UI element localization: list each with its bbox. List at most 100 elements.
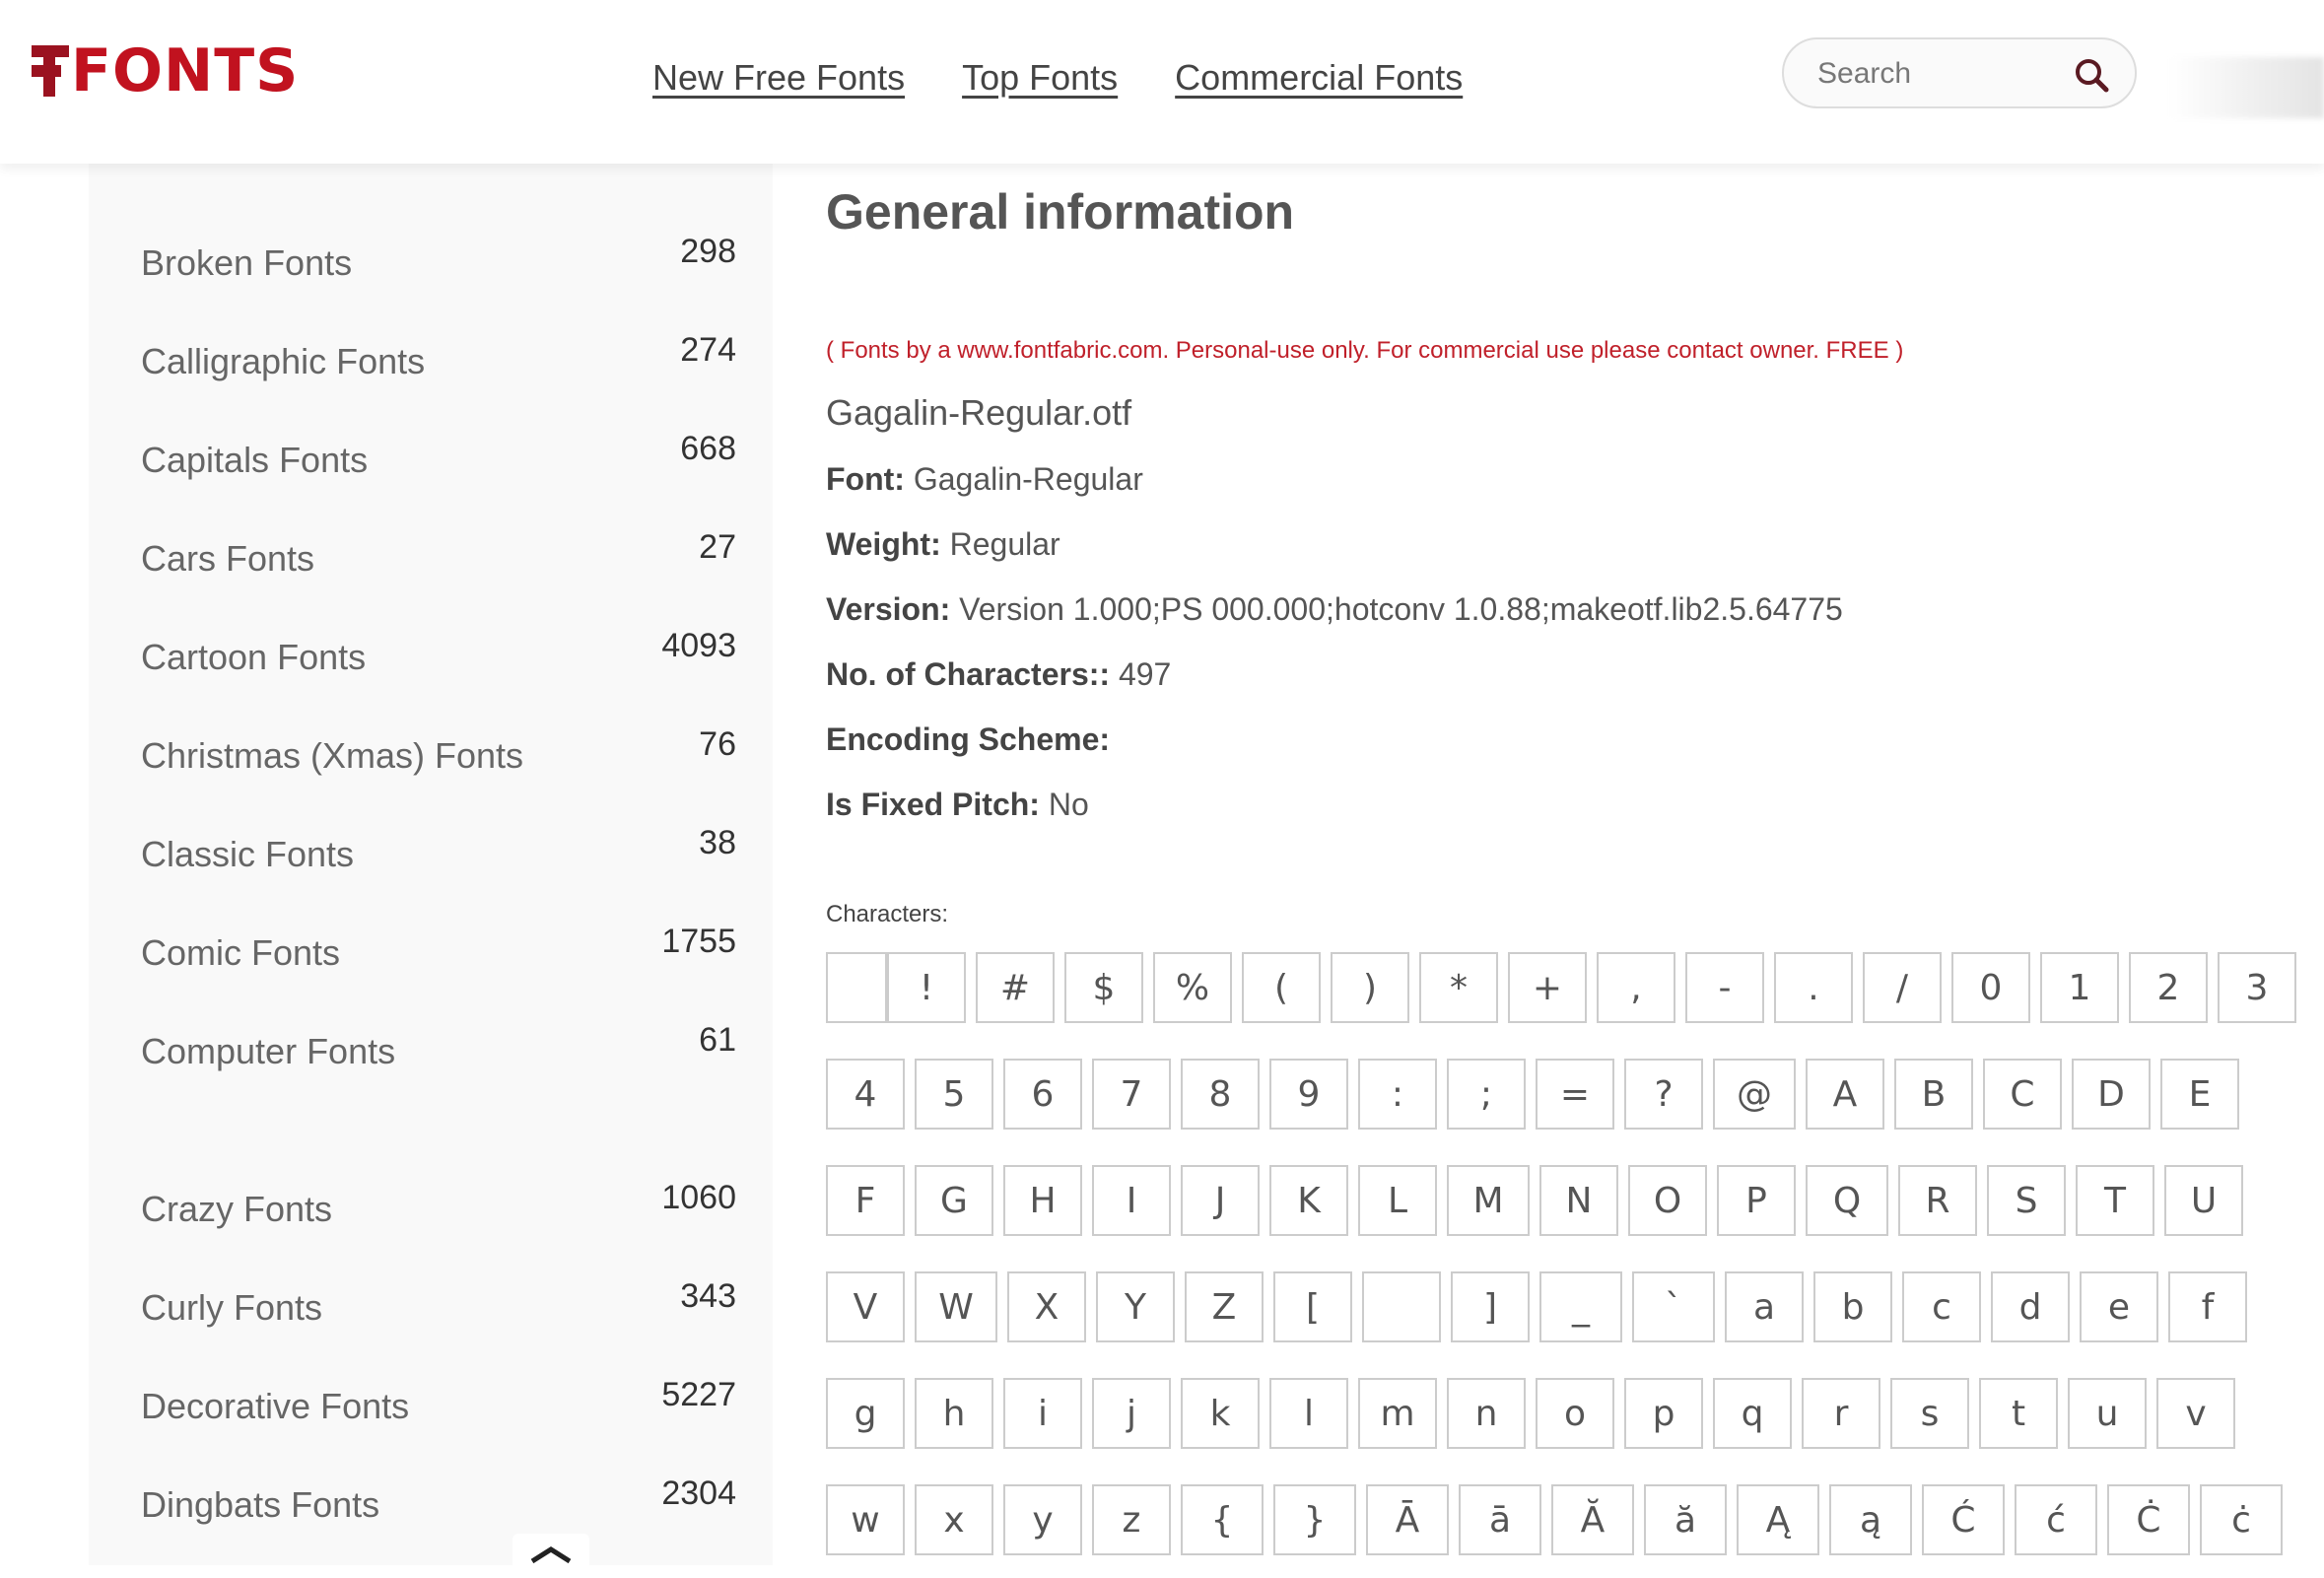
sidebar-item[interactable]: Broken Fonts298 (141, 233, 736, 292)
character-cell[interactable]: A (1806, 1059, 1884, 1130)
character-cell[interactable]: = (1536, 1059, 1614, 1130)
character-cell[interactable]: Ă (1551, 1484, 1634, 1555)
character-cell[interactable]: e (2080, 1271, 2158, 1342)
character-cell[interactable]: $ (1064, 952, 1143, 1023)
character-cell[interactable]: % (1153, 952, 1232, 1023)
character-cell[interactable]: X (1007, 1271, 1086, 1342)
character-cell[interactable]: N (1539, 1165, 1618, 1236)
character-cell[interactable]: x (915, 1484, 993, 1555)
character-cell[interactable]: l (1269, 1378, 1348, 1449)
character-cell[interactable]: D (2072, 1059, 2151, 1130)
character-cell[interactable]: ` (1632, 1271, 1715, 1342)
character-cell[interactable]: 2 (2129, 952, 2208, 1023)
search-icon[interactable] (2074, 57, 2109, 93)
character-cell[interactable]: Ą (1737, 1484, 1819, 1555)
sidebar-item[interactable]: Crazy Fonts1060 (141, 1179, 736, 1238)
character-cell[interactable]: o (1536, 1378, 1614, 1449)
character-cell[interactable]: Ċ (2107, 1484, 2190, 1555)
character-cell[interactable]: ċ (2200, 1484, 2283, 1555)
character-cell[interactable]: U (2164, 1165, 2243, 1236)
sidebar-item[interactable]: Decorative Fonts5227 (141, 1376, 736, 1435)
character-cell[interactable]: H (1003, 1165, 1082, 1236)
character-cell[interactable]: E (2160, 1059, 2239, 1130)
nav-top-fonts[interactable]: Top Fonts (962, 57, 1118, 99)
character-cell[interactable]: k (1181, 1378, 1260, 1449)
character-cell[interactable]: 1 (2040, 952, 2119, 1023)
sidebar-item[interactable]: Calligraphic Fonts274 (141, 331, 736, 390)
character-cell[interactable]: 3 (2218, 952, 2296, 1023)
character-cell[interactable]: ć (2015, 1484, 2097, 1555)
character-cell[interactable]: j (1092, 1378, 1171, 1449)
character-cell[interactable]: { (1181, 1484, 1264, 1555)
sidebar-item[interactable]: Christmas (Xmas) Fonts76 (141, 725, 736, 785)
character-cell[interactable]: I (1092, 1165, 1171, 1236)
character-cell[interactable]: 0 (1951, 952, 2030, 1023)
character-cell[interactable]: Ć (1922, 1484, 2005, 1555)
character-cell[interactable]: M (1447, 1165, 1530, 1236)
character-cell[interactable]: 6 (1003, 1059, 1082, 1130)
character-cell[interactable]: Ā (1366, 1484, 1449, 1555)
character-cell[interactable]: } (1273, 1484, 1356, 1555)
character-cell[interactable]: a (1725, 1271, 1804, 1342)
character-cell[interactable]: C (1983, 1059, 2062, 1130)
character-cell[interactable]: z (1092, 1484, 1171, 1555)
search-input[interactable] (1817, 53, 2074, 95)
character-cell[interactable] (826, 952, 887, 1023)
character-cell[interactable]: . (1774, 952, 1853, 1023)
sidebar-item[interactable]: Classic Fonts38 (141, 824, 736, 883)
character-cell[interactable]: 9 (1269, 1059, 1348, 1130)
character-cell[interactable]: f (2168, 1271, 2247, 1342)
character-cell[interactable]: L (1358, 1165, 1437, 1236)
character-cell[interactable]: , (1597, 952, 1675, 1023)
character-cell[interactable]: + (1508, 952, 1587, 1023)
character-cell[interactable]: ? (1624, 1059, 1703, 1130)
character-cell[interactable]: : (1358, 1059, 1437, 1130)
character-cell[interactable]: w (826, 1484, 905, 1555)
character-cell[interactable]: _ (1539, 1271, 1622, 1342)
character-cell[interactable]: K (1269, 1165, 1348, 1236)
character-cell[interactable]: * (1419, 952, 1498, 1023)
character-cell[interactable]: Q (1806, 1165, 1888, 1236)
sidebar-item[interactable]: Computer Fonts61 (141, 1021, 736, 1080)
character-cell[interactable]: ) (1331, 952, 1409, 1023)
character-cell[interactable]: F (826, 1165, 905, 1236)
character-cell[interactable]: W (915, 1271, 997, 1342)
character-cell[interactable]: c (1902, 1271, 1981, 1342)
character-cell[interactable]: 7 (1092, 1059, 1171, 1130)
character-cell[interactable]: S (1987, 1165, 2066, 1236)
character-cell[interactable]: u (2068, 1378, 2147, 1449)
character-cell[interactable]: @ (1713, 1059, 1796, 1130)
character-cell[interactable]: s (1890, 1378, 1969, 1449)
character-cell[interactable]: V (826, 1271, 905, 1342)
character-cell[interactable]: Y (1096, 1271, 1175, 1342)
character-cell[interactable]: 8 (1181, 1059, 1260, 1130)
character-cell[interactable]: R (1898, 1165, 1977, 1236)
character-cell[interactable]: g (826, 1378, 905, 1449)
character-cell[interactable]: ą (1829, 1484, 1912, 1555)
character-cell[interactable]: ] (1451, 1271, 1530, 1342)
character-cell[interactable]: # (976, 952, 1055, 1023)
character-cell[interactable]: T (2076, 1165, 2154, 1236)
character-cell[interactable] (1362, 1271, 1441, 1342)
character-cell[interactable]: ă (1644, 1484, 1727, 1555)
character-cell[interactable]: J (1181, 1165, 1260, 1236)
character-cell[interactable]: r (1802, 1378, 1880, 1449)
sidebar-item[interactable]: Dingbats Fonts2304 (141, 1475, 736, 1534)
character-cell[interactable]: 5 (915, 1059, 993, 1130)
character-cell[interactable]: b (1813, 1271, 1892, 1342)
sidebar-item[interactable]: Cars Fonts27 (141, 528, 736, 587)
character-cell[interactable]: q (1713, 1378, 1792, 1449)
character-cell[interactable]: ā (1459, 1484, 1541, 1555)
character-cell[interactable]: [ (1273, 1271, 1352, 1342)
character-cell[interactable]: ! (887, 952, 966, 1023)
character-cell[interactable]: O (1628, 1165, 1707, 1236)
character-cell[interactable]: p (1624, 1378, 1703, 1449)
character-cell[interactable]: G (915, 1165, 993, 1236)
character-cell[interactable]: ; (1447, 1059, 1526, 1130)
character-cell[interactable]: B (1894, 1059, 1973, 1130)
character-cell[interactable]: h (915, 1378, 993, 1449)
character-cell[interactable]: v (2156, 1378, 2235, 1449)
character-cell[interactable]: y (1003, 1484, 1082, 1555)
nav-new-free-fonts[interactable]: New Free Fonts (652, 57, 905, 99)
character-cell[interactable]: - (1685, 952, 1764, 1023)
